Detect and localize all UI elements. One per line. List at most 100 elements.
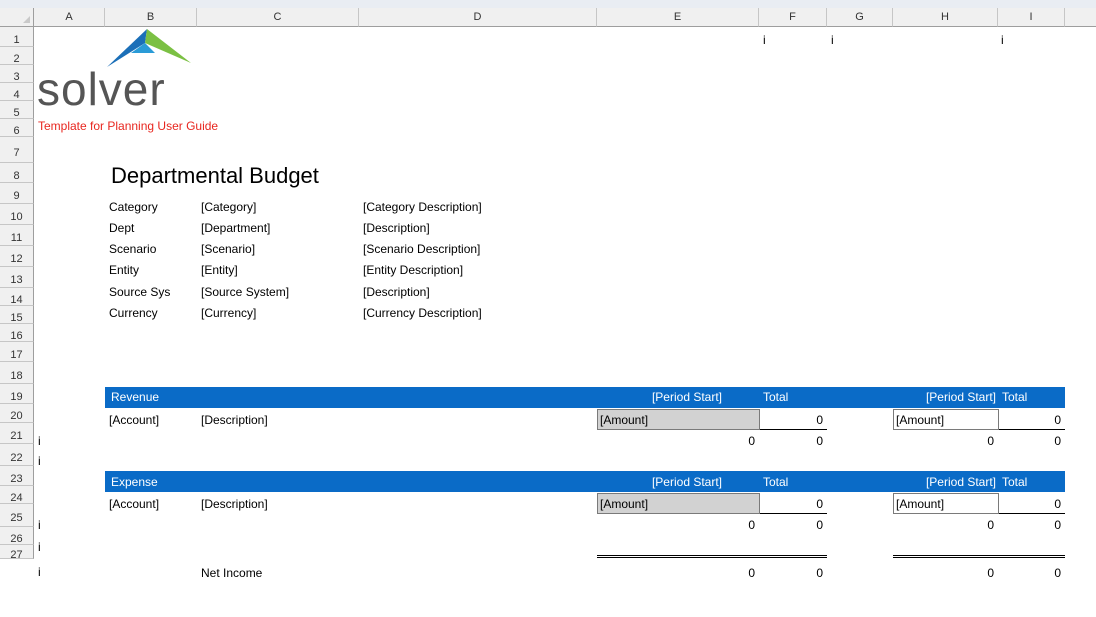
row-header-1[interactable]: 1 xyxy=(0,27,34,47)
revenue-subtotal-e: 0 xyxy=(748,434,755,448)
marker-g1: i xyxy=(831,33,834,47)
row-header-21[interactable]: 21 xyxy=(0,423,34,444)
field-desc-entity: [Entity Description] xyxy=(363,263,464,277)
field-label-entity: Entity xyxy=(109,263,140,277)
expense-total-2: Total xyxy=(1002,475,1028,489)
field-label-category: Category xyxy=(109,200,158,214)
row-header-7[interactable]: 7 xyxy=(0,137,34,163)
marker-a23: i xyxy=(38,518,41,532)
column-header-g[interactable]: G xyxy=(827,8,893,27)
net-income-label: Net Income xyxy=(201,566,263,580)
double-underline-hi xyxy=(893,555,1065,558)
column-header-d[interactable]: D xyxy=(359,8,597,27)
row-header-4[interactable]: 4 xyxy=(0,83,34,101)
revenue-value-2[interactable]: 0 xyxy=(998,413,1061,427)
expense-subtotal-f: 0 xyxy=(816,518,823,532)
field-desc-scenario: [Scenario Description] xyxy=(363,242,481,256)
expense-underline-f xyxy=(760,513,827,514)
column-header-i[interactable]: I xyxy=(998,8,1065,27)
row-header-24[interactable]: 24 xyxy=(0,486,34,504)
revenue-subtotal-f: 0 xyxy=(816,434,823,448)
page-title: Departmental Budget xyxy=(111,163,319,188)
revenue-account[interactable]: [Account] xyxy=(109,413,159,427)
row-header-13[interactable]: 13 xyxy=(0,267,34,288)
expense-description[interactable]: [Description] xyxy=(201,497,268,511)
column-header-a[interactable]: A xyxy=(34,8,105,27)
expense-value-1[interactable]: 0 xyxy=(759,497,823,511)
formula-bar-edge xyxy=(0,0,1096,8)
field-desc-category: [Category Description] xyxy=(363,200,482,214)
column-header-f[interactable]: F xyxy=(759,8,827,27)
marker-a25: i xyxy=(38,565,41,579)
column-header-c[interactable]: C xyxy=(197,8,359,27)
row-header-10[interactable]: 10 xyxy=(0,204,34,225)
field-value-scenario[interactable]: [Scenario] xyxy=(201,242,255,256)
field-label-source-sys: Source Sys xyxy=(109,285,171,299)
row-header-14[interactable]: 14 xyxy=(0,288,34,306)
revenue-amount-2: [Amount] xyxy=(896,413,945,427)
expense-underline-i xyxy=(999,513,1065,514)
marker-a20: i xyxy=(38,454,41,468)
marker-f1: i xyxy=(763,33,766,47)
row-header-15[interactable]: 15 xyxy=(0,306,34,324)
row-header-9[interactable]: 9 xyxy=(0,183,34,204)
select-all-corner[interactable] xyxy=(0,8,34,27)
field-desc-dept: [Description] xyxy=(363,221,430,235)
expense-subtotal-h: 0 xyxy=(987,518,994,532)
row-header-11[interactable]: 11 xyxy=(0,225,34,246)
row-header-17[interactable]: 17 xyxy=(0,342,34,362)
row-header-16[interactable]: 16 xyxy=(0,324,34,342)
solver-logo-icon xyxy=(107,29,191,67)
field-value-category[interactable]: [Category] xyxy=(201,200,256,214)
expense-period-start-2: [Period Start] xyxy=(925,475,996,489)
spreadsheet[interactable]: A B C D E F G H I 1 2 3 4 5 6 7 8 9 10 11 12 13 14 15 1… xyxy=(0,0,1096,617)
expense-total-1: Total xyxy=(763,475,789,489)
marker-a19: i xyxy=(38,434,41,448)
expense-subtotal-i: 0 xyxy=(1054,518,1061,532)
field-value-dept[interactable]: [Department] xyxy=(201,221,270,235)
row-header-26[interactable]: 26 xyxy=(0,527,34,545)
revenue-period-start-2: [Period Start] xyxy=(925,390,996,404)
row-header-12[interactable]: 12 xyxy=(0,246,34,267)
expense-period-start-1: [Period Start] xyxy=(651,475,722,489)
column-header-h[interactable]: H xyxy=(893,8,998,27)
field-value-currency[interactable]: [Currency] xyxy=(201,306,256,320)
expense-value-2[interactable]: 0 xyxy=(998,497,1061,511)
marker-a24: i xyxy=(38,540,41,554)
column-header-b[interactable]: B xyxy=(105,8,197,27)
revenue-underline-i xyxy=(999,429,1065,430)
row-header-3[interactable]: 3 xyxy=(0,65,34,83)
expense-account[interactable]: [Account] xyxy=(109,497,159,511)
row-header-25[interactable]: 25 xyxy=(0,504,34,527)
marker-i1: i xyxy=(1001,33,1004,47)
expense-subtotal-e: 0 xyxy=(748,518,755,532)
row-header-19[interactable]: 19 xyxy=(0,384,34,404)
row-header-5[interactable]: 5 xyxy=(0,101,34,119)
revenue-underline-f xyxy=(760,429,827,430)
column-header-e[interactable]: E xyxy=(597,8,759,27)
row-header-27[interactable]: 27 xyxy=(0,545,34,561)
double-underline-ef xyxy=(597,555,827,558)
field-desc-currency: [Currency Description] xyxy=(363,306,482,320)
row-header-6[interactable]: 6 xyxy=(0,119,34,137)
expense-heading: Expense xyxy=(111,475,158,489)
field-label-scenario: Scenario xyxy=(109,242,157,256)
revenue-amount-1: [Amount] xyxy=(600,413,649,427)
field-value-source-sys[interactable]: [Source System] xyxy=(201,285,289,299)
row-header-20[interactable]: 20 xyxy=(0,404,34,423)
revenue-description[interactable]: [Description] xyxy=(201,413,268,427)
revenue-total-2: Total xyxy=(1002,390,1028,404)
row-header-22[interactable]: 22 xyxy=(0,444,34,466)
revenue-heading: Revenue xyxy=(111,390,160,404)
field-value-entity[interactable]: [Entity] xyxy=(201,263,238,277)
net-income-e: 0 xyxy=(748,566,755,580)
row-header-23[interactable]: 23 xyxy=(0,466,34,486)
row-header-8[interactable]: 8 xyxy=(0,163,34,183)
net-income-i: 0 xyxy=(1054,566,1061,580)
row-header-2[interactable]: 2 xyxy=(0,47,34,65)
expense-amount-1: [Amount] xyxy=(600,497,649,511)
field-label-dept: Dept xyxy=(109,221,135,235)
revenue-value-1[interactable]: 0 xyxy=(759,413,823,427)
revenue-subtotal-h: 0 xyxy=(987,434,994,448)
row-header-18[interactable]: 18 xyxy=(0,362,34,384)
